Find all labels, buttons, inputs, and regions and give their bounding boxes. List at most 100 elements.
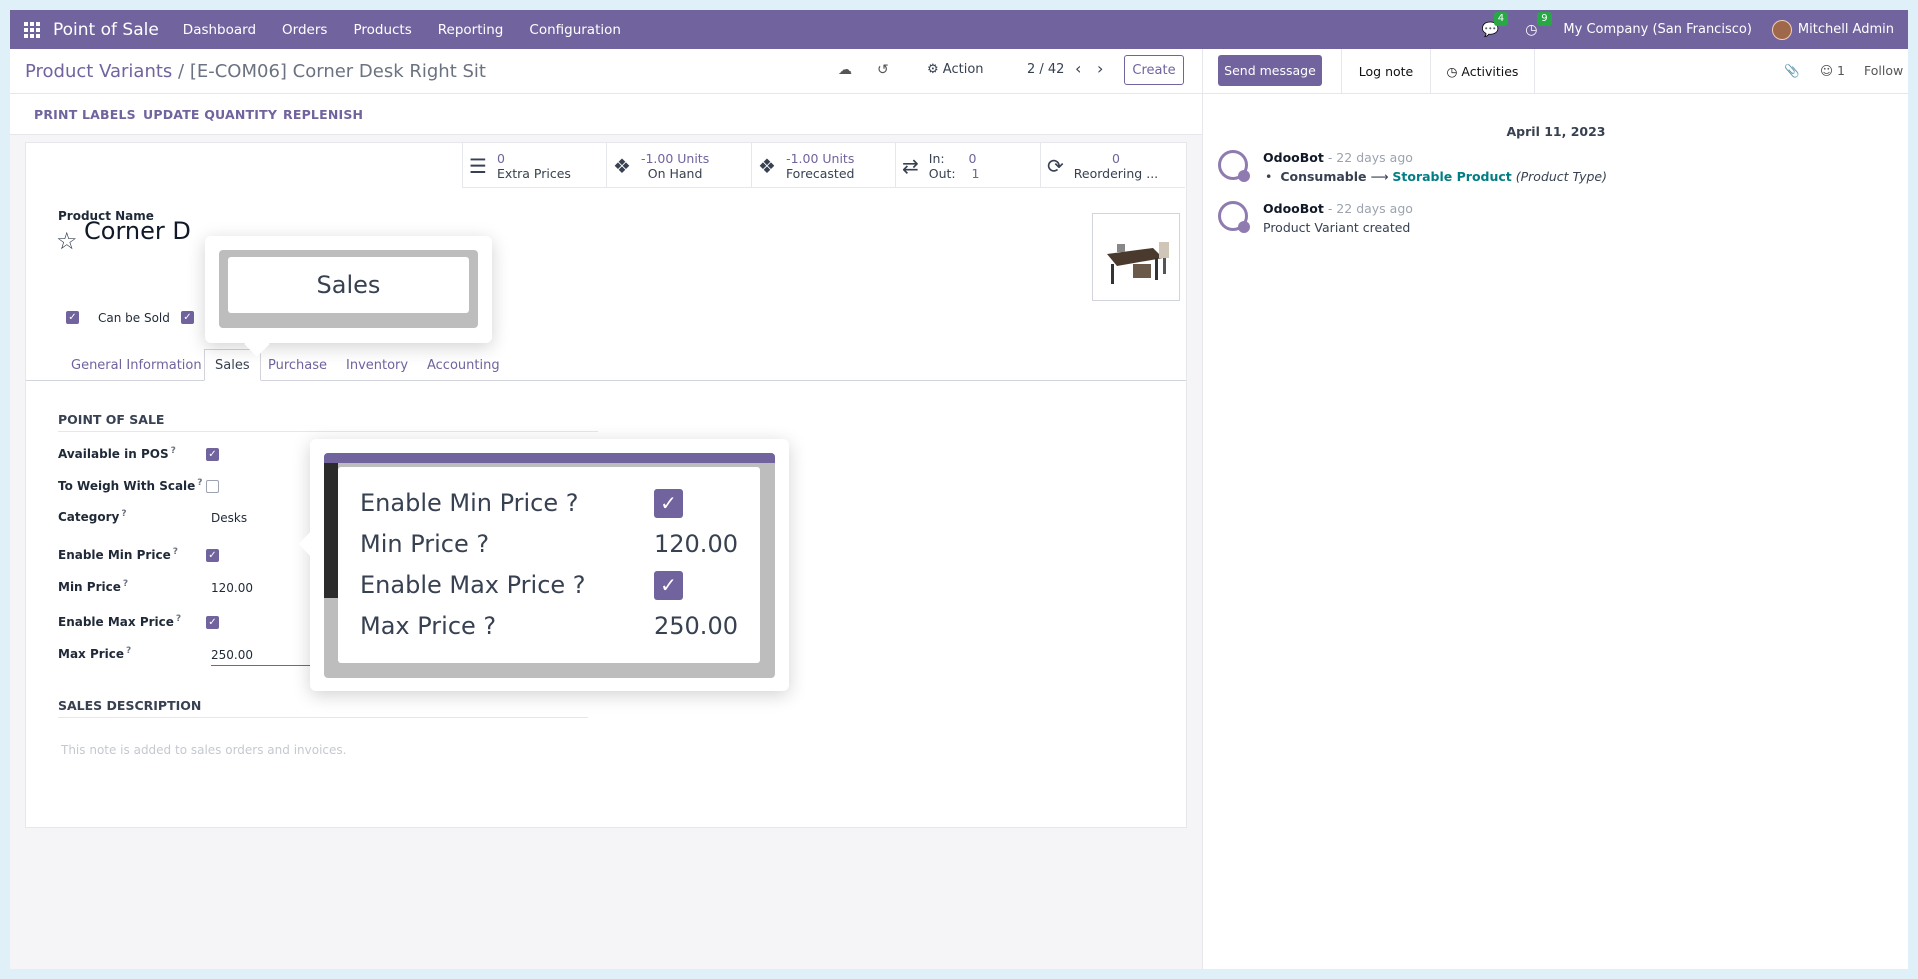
- available-in-pos-label: Available in POS?: [58, 446, 176, 461]
- tracking-old-value: Consumable: [1280, 169, 1367, 184]
- product-name-field[interactable]: Corner D: [84, 217, 191, 245]
- pager-value[interactable]: 2 / 42: [1027, 62, 1064, 77]
- on-hand-button[interactable]: ❖ -1.00 Units On Hand: [606, 143, 751, 188]
- extra-prices-button[interactable]: ☰ 0 Extra Prices: [462, 143, 606, 188]
- gear-icon: ⚙: [927, 62, 939, 77]
- zoom-min-price-label: Min Price ?: [360, 530, 490, 558]
- tab-accounting[interactable]: Accounting: [427, 358, 500, 373]
- save-cloud-icon[interactable]: ☁: [838, 62, 852, 78]
- reordering-label: Reordering ...: [1073, 165, 1159, 181]
- mini-navbar: [324, 453, 775, 463]
- create-button[interactable]: Create: [1124, 55, 1184, 85]
- available-in-pos-text: Available in POS: [58, 447, 169, 461]
- zoom-card: Enable Min Price ? ✓ Min Price ? 120.00 …: [338, 467, 760, 663]
- messages-badge: 4: [1493, 11, 1509, 26]
- paperclip-icon[interactable]: 📎: [1784, 63, 1800, 79]
- breadcrumb: Product Variants / [E-COM06] Corner Desk…: [25, 61, 486, 82]
- bullet-icon: •: [1265, 169, 1273, 184]
- date-separator: April 11, 2023: [1506, 124, 1606, 139]
- favorite-star-icon[interactable]: ☆: [56, 227, 78, 255]
- status-bar: PRINT LABELS UPDATE QUANTITY REPLENISH: [10, 94, 1202, 135]
- enable-max-price-checkbox[interactable]: ✓: [206, 616, 219, 629]
- sales-description-field[interactable]: This note is added to sales orders and i…: [61, 743, 346, 757]
- message-body: OdooBot - 22 days ago Product Variant cr…: [1263, 201, 1863, 235]
- zoom-enable-max-label: Enable Max Price ?: [360, 571, 586, 599]
- messages-icon[interactable]: 💬 4: [1482, 11, 1509, 38]
- to-weigh-checkbox[interactable]: [206, 480, 219, 493]
- max-price-field[interactable]: 250.00: [211, 648, 311, 666]
- breadcrumb-separator: /: [178, 61, 185, 82]
- category-label: Category?: [58, 509, 127, 524]
- print-labels-button[interactable]: PRINT LABELS: [34, 107, 136, 122]
- discard-undo-icon[interactable]: ↺: [877, 62, 889, 78]
- tab-sales[interactable]: Sales: [204, 349, 261, 381]
- pos-section-title: POINT OF SALE: [58, 412, 598, 432]
- reordering-value: 0: [1111, 150, 1120, 166]
- menu-orders[interactable]: Orders: [282, 22, 327, 38]
- zoom-max-price-label: Max Price ?: [360, 612, 497, 640]
- message-date: - 22 days ago: [1327, 201, 1413, 216]
- pager-prev-icon[interactable]: ‹: [1075, 59, 1081, 78]
- activities-clock-icon[interactable]: ◷ 9: [1525, 11, 1552, 38]
- on-hand-value: -1.00 Units: [640, 150, 710, 166]
- user-menu[interactable]: Mitchell Admin: [1798, 22, 1894, 37]
- to-weigh-label: To Weigh With Scale?: [58, 478, 203, 493]
- enable-min-price-checkbox[interactable]: ✓: [206, 549, 219, 562]
- zoom-frame: Enable Min Price ? ✓ Min Price ? 120.00 …: [324, 453, 775, 678]
- category-field[interactable]: Desks: [211, 511, 247, 525]
- breadcrumb-parent[interactable]: Product Variants: [25, 61, 172, 82]
- breadcrumb-current: [E-COM06] Corner Desk Right Sit: [189, 61, 486, 82]
- available-in-pos-checkbox[interactable]: ✓: [206, 448, 219, 461]
- in-value: 0: [968, 150, 977, 166]
- message-body: OdooBot - 22 days ago • Consumable ⟶ Sto…: [1263, 150, 1863, 184]
- message-author[interactable]: OdooBot: [1263, 150, 1324, 165]
- pager-next-icon[interactable]: ›: [1097, 59, 1103, 78]
- follow-button[interactable]: Follow: [1864, 63, 1903, 78]
- activities-button[interactable]: ◷ Activities: [1431, 49, 1535, 94]
- category-text: Category: [58, 510, 120, 524]
- send-message-button[interactable]: Send message: [1218, 55, 1322, 86]
- max-price-text: Max Price: [58, 647, 125, 661]
- tab-general-information[interactable]: General Information: [71, 358, 202, 373]
- menu-reporting[interactable]: Reporting: [438, 22, 504, 38]
- cubes-icon: ❖: [758, 153, 776, 178]
- in-out-button[interactable]: ⇄ In: 0 Out: 1: [895, 143, 1040, 188]
- min-price-label: Min Price?: [58, 579, 129, 594]
- zoom-enable-max-checkbox: ✓: [654, 571, 683, 600]
- apps-menu-icon[interactable]: [24, 21, 40, 38]
- app-title[interactable]: Point of Sale: [53, 20, 159, 40]
- action-label: Action: [942, 62, 984, 77]
- can-be-sold-checkbox[interactable]: ✓: [66, 311, 79, 324]
- forecasted-button[interactable]: ❖ -1.00 Units Forecasted: [751, 143, 895, 188]
- can-be-purchased-checkbox[interactable]: ✓: [181, 311, 194, 324]
- min-price-text: Min Price: [58, 580, 121, 594]
- tab-inventory[interactable]: Inventory: [346, 358, 408, 373]
- message-author[interactable]: OdooBot: [1263, 201, 1324, 216]
- menu-configuration[interactable]: Configuration: [529, 22, 621, 38]
- reordering-button[interactable]: ⟳ 0 Reordering ...: [1040, 143, 1185, 188]
- update-quantity-button[interactable]: UPDATE QUANTITY: [143, 107, 277, 122]
- menu-products[interactable]: Products: [353, 22, 411, 38]
- tab-purchase[interactable]: Purchase: [268, 358, 327, 373]
- user-icon: ☺: [1820, 63, 1834, 78]
- action-button[interactable]: ⚙ Action: [927, 62, 984, 77]
- zoom-min-price-value: 120.00: [654, 530, 738, 558]
- can-be-sold-label: Can be Sold: [98, 311, 170, 325]
- menu-dashboard[interactable]: Dashboard: [183, 22, 256, 38]
- product-image[interactable]: [1092, 213, 1180, 301]
- min-price-field[interactable]: 120.00: [211, 581, 253, 595]
- replenish-button[interactable]: REPLENISH: [283, 107, 363, 122]
- odoobot-avatar: [1218, 150, 1250, 182]
- out-value: 1: [971, 165, 980, 181]
- zoom-enable-min-label: Enable Min Price ?: [360, 489, 579, 517]
- log-note-button[interactable]: Log note: [1341, 49, 1431, 94]
- desk-image-icon: [1093, 214, 1179, 300]
- clock-icon: ◷: [1446, 64, 1462, 79]
- extra-prices-value: 0: [496, 150, 505, 166]
- company-switcher[interactable]: My Company (San Francisco): [1563, 22, 1751, 37]
- user-avatar[interactable]: [1771, 19, 1792, 40]
- extra-prices-label: Extra Prices: [496, 165, 571, 181]
- tracking-new-value: Storable Product: [1392, 169, 1512, 184]
- tracking-arrow-icon: ⟶: [1370, 169, 1389, 184]
- followers-button[interactable]: ☺ 1: [1820, 63, 1845, 78]
